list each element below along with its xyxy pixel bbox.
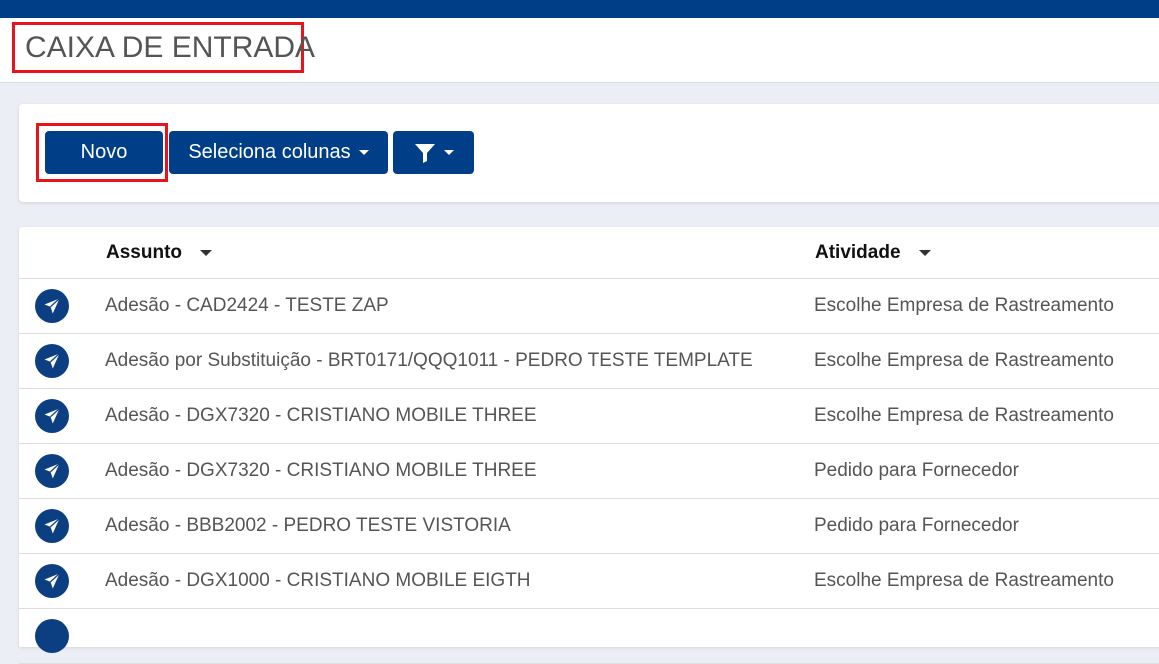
table-row[interactable]: Adesão - DGX7320 - CRISTIANO MOBILE THRE… [19, 444, 1159, 499]
novo-button[interactable]: Novo [45, 131, 163, 174]
cell-assunto: Adesão - CAD2424 - TESTE ZAP [105, 295, 389, 316]
column-header-label: Atividade [815, 242, 901, 263]
page-title: CAIXA DE ENTRADA [12, 22, 315, 73]
paper-plane-icon [35, 619, 69, 653]
table-row[interactable] [19, 609, 1159, 664]
cell-assunto: Adesão - DGX1000 - CRISTIANO MOBILE EIGT… [105, 570, 531, 591]
paper-plane-icon [35, 399, 69, 433]
cell-atividade: Escolhe Empresa de Rastreamento [814, 295, 1114, 316]
column-header-label: Assunto [106, 242, 182, 263]
paper-plane-icon [35, 344, 69, 378]
table-row[interactable]: Adesão - DGX7320 - CRISTIANO MOBILE THRE… [19, 389, 1159, 444]
paper-plane-icon [35, 564, 69, 598]
table-row[interactable]: Adesão - BBB2002 - PEDRO TESTE VISTORIA P… [19, 499, 1159, 554]
paper-plane-icon [35, 289, 69, 323]
table-header: Assunto Atividade [19, 227, 1159, 279]
inbox-table: Assunto Atividade Adesão - CAD2424 - TES… [19, 227, 1159, 664]
cell-assunto: Adesão - BBB2002 - PEDRO TESTE VISTORIA [105, 515, 511, 536]
column-header-assunto[interactable]: Assunto [106, 227, 212, 278]
paper-plane-icon [35, 509, 69, 543]
sort-caret-icon [918, 249, 931, 256]
paper-plane-icon [35, 454, 69, 488]
cell-atividade: Escolhe Empresa de Rastreamento [814, 350, 1114, 371]
table-row[interactable]: Adesão - DGX1000 - CRISTIANO MOBILE EIGT… [19, 554, 1159, 609]
sort-caret-icon [200, 249, 212, 256]
cell-atividade: Escolhe Empresa de Rastreamento [814, 405, 1114, 426]
cell-atividade: Pedido para Fornecedor [814, 515, 1019, 536]
title-bar: CAIXA DE ENTRADA [0, 18, 1159, 83]
filter-button[interactable] [393, 131, 474, 174]
cell-assunto: Adesão - DGX7320 - CRISTIANO MOBILE THRE… [105, 460, 537, 481]
table-row[interactable]: Adesão - CAD2424 - TESTE ZAP Escolhe Empr… [19, 279, 1159, 334]
filter-icon [414, 143, 435, 163]
cell-assunto: Adesão - DGX7320 - CRISTIANO MOBILE THRE… [105, 405, 537, 426]
cell-assunto: Adesão por Substituição - BRT0171/QQQ101… [105, 350, 753, 371]
chevron-down-icon [443, 150, 454, 155]
cell-atividade: Pedido para Fornecedor [814, 460, 1019, 481]
column-header-atividade[interactable]: Atividade [815, 227, 931, 278]
novo-button-label: Novo [80, 141, 128, 163]
chevron-down-icon [358, 150, 369, 155]
select-columns-button[interactable]: Seleciona colunas [169, 131, 388, 174]
top-navbar [0, 0, 1159, 18]
select-columns-label: Seleciona colunas [188, 141, 351, 163]
cell-atividade: Escolhe Empresa de Rastreamento [814, 570, 1114, 591]
table-row[interactable]: Adesão por Substituição - BRT0171/QQQ101… [19, 334, 1159, 389]
